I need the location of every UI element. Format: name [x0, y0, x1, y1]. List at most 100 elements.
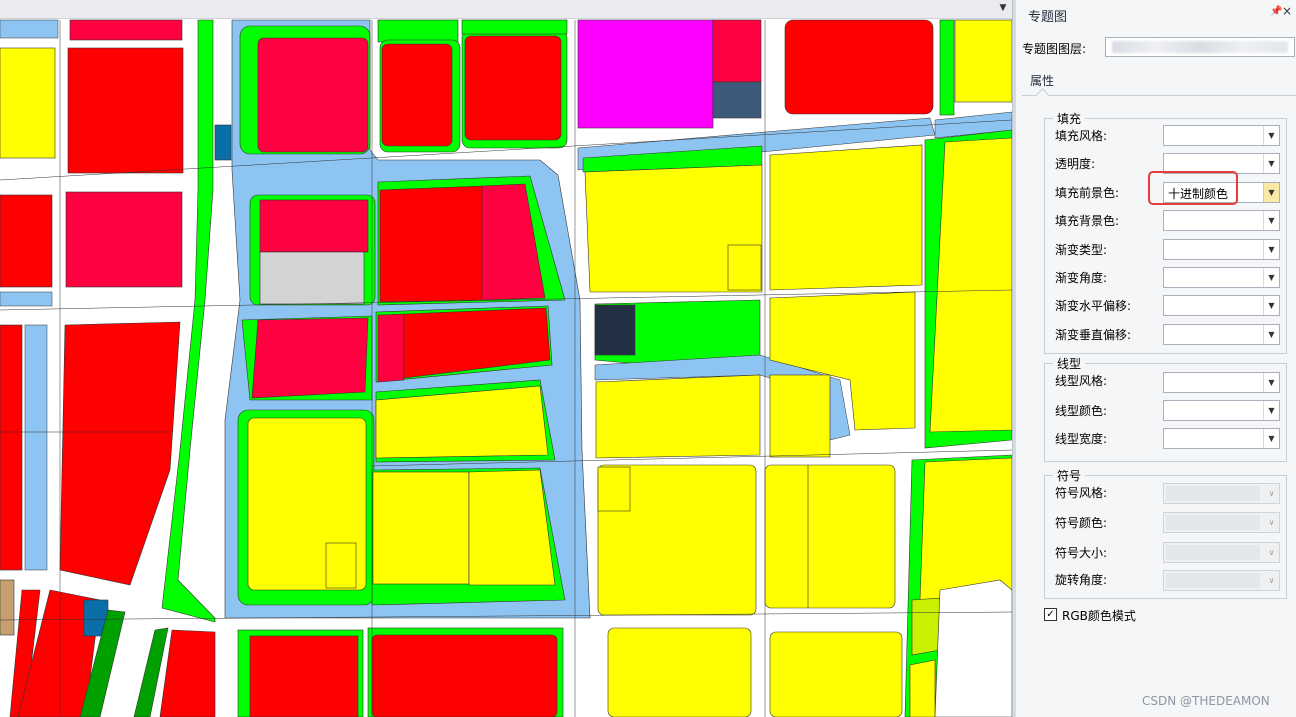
parcel-residential [769, 631, 903, 717]
water-channel [24, 324, 48, 571]
parcel-residential [0, 47, 56, 159]
gradient-angle-label: 渐变角度: [1055, 271, 1108, 285]
transparency-label: 透明度: [1055, 157, 1096, 171]
chevron-down-icon: ▼ [1263, 183, 1279, 202]
line-style-select[interactable]: ▼ [1163, 372, 1280, 393]
chevron-down-icon: ▼ [1263, 296, 1279, 315]
greenbelt [377, 19, 459, 43]
fill-foreground-label: 填充前景色: [1055, 186, 1120, 200]
tab-properties[interactable]: 属性 [1030, 72, 1054, 89]
parcel-public [259, 251, 365, 305]
parcel-commercial [381, 43, 453, 147]
map-view[interactable]: ▼ [0, 0, 1012, 717]
parcel-commercial [0, 324, 23, 571]
chevron-down-icon[interactable]: ▼ [998, 3, 1008, 13]
rgb-mode-label: RGB颜色模式 [1062, 609, 1136, 623]
parcel-residential [607, 627, 752, 717]
line-style-label: 线型风格: [1055, 374, 1108, 388]
chevron-down-icon: ∨ [1268, 548, 1275, 557]
parcel-residential [372, 471, 470, 585]
chevron-down-icon: ∨ [1268, 518, 1275, 527]
gradient-type-select[interactable]: ▼ [1163, 239, 1280, 260]
line-color-label: 线型颜色: [1055, 404, 1108, 418]
symbol-color-select: ∨ [1163, 512, 1280, 533]
parcel-residential [597, 466, 631, 512]
greenbelt [461, 19, 568, 35]
rotation-angle-select: ∨ [1163, 570, 1280, 591]
fill-foreground-select[interactable]: 十进制颜色 ▼ [1163, 182, 1280, 203]
parcel-residential [764, 464, 896, 609]
fill-style-label: 填充风格: [1055, 129, 1108, 143]
parcel-commercial [69, 19, 183, 41]
parcel-residential [468, 469, 556, 586]
parcel-residential [954, 19, 1012, 103]
close-icon[interactable]: × [1282, 4, 1292, 18]
symbol-group: 符号 符号风格: ∨ 符号颜色: ∨ 符号大小: ∨ 旋转角度: ∨ [1044, 467, 1287, 599]
fill-background-label: 填充背景色: [1055, 214, 1120, 228]
parcel-residential [595, 374, 761, 459]
parcel-commercial [259, 199, 369, 253]
thematic-map-panel: 专题图 📌 × 专题图图层: 属性 填充 填充风格: ▼ 透明度: ▼ 填充前景… [1016, 0, 1296, 717]
tab-divider [1022, 95, 1296, 96]
layer-label: 专题图图层: [1022, 42, 1087, 56]
blurred-layer-name [1112, 41, 1288, 53]
pin-icon[interactable]: 📌 [1270, 6, 1282, 17]
parcel-commercial [249, 635, 359, 717]
parcel-commercial [371, 634, 558, 717]
watermark: CSDN @THEDEAMON [1142, 694, 1270, 708]
gradient-h-offset-label: 渐变水平偏移: [1055, 299, 1132, 313]
fill-background-select[interactable]: ▼ [1163, 210, 1280, 231]
map-toolbar: ▼ [0, 0, 1012, 19]
parcel-residential [769, 374, 831, 458]
chevron-down-icon: ▼ [1263, 126, 1279, 145]
gradient-angle-select[interactable]: ▼ [1163, 267, 1280, 288]
parcel-residential [769, 144, 923, 291]
chevron-down-icon: ▼ [1263, 325, 1279, 344]
gradient-v-offset-label: 渐变垂直偏移: [1055, 328, 1132, 342]
chevron-down-icon: ▼ [1263, 268, 1279, 287]
symbol-size-select: ∨ [1163, 542, 1280, 563]
parcel-vacant [934, 579, 1012, 717]
gradient-v-offset-select[interactable]: ▼ [1163, 324, 1280, 345]
water-channel [0, 19, 59, 39]
land-use-map[interactable] [0, 19, 1012, 717]
parcel-commercial [464, 35, 562, 141]
tab-indicator [1036, 88, 1049, 101]
parcel-commercial [67, 47, 184, 174]
rotation-angle-label: 旋转角度: [1055, 573, 1108, 587]
line-color-select[interactable]: ▼ [1163, 400, 1280, 421]
parcel-commercial [257, 37, 369, 153]
parcel-commercial [377, 313, 405, 383]
panel-title: 专题图 [1028, 10, 1068, 25]
parcel-commercial [712, 19, 762, 83]
line-group-title: 线型 [1053, 355, 1086, 372]
parcel-commercial [65, 191, 183, 288]
symbol-group-title: 符号 [1053, 467, 1086, 484]
gradient-h-offset-select[interactable]: ▼ [1163, 295, 1280, 316]
transparency-select[interactable]: ▼ [1163, 153, 1280, 174]
fill-group: 填充 填充风格: ▼ 透明度: ▼ 填充前景色: 十进制颜色 ▼ 填充背景色: ▼… [1044, 110, 1287, 354]
symbol-size-label: 符号大小: [1055, 546, 1108, 560]
parcel-commercial [0, 194, 53, 288]
parcel-utility [594, 304, 636, 356]
water-channel [0, 291, 53, 307]
layer-select[interactable] [1105, 37, 1295, 57]
parcel-residential [727, 244, 762, 291]
parcel-magenta [577, 19, 714, 129]
symbol-style-select: ∨ [1163, 483, 1280, 504]
parcel-utility [712, 81, 762, 119]
greenbelt [939, 19, 955, 116]
parcel-residential [919, 457, 1012, 601]
parcel-utility [214, 124, 232, 161]
parcel-residential [909, 659, 936, 717]
chevron-down-icon: ∨ [1268, 576, 1275, 585]
chevron-down-icon: ▼ [1263, 154, 1279, 173]
rgb-mode-checkbox[interactable]: ✓ [1044, 608, 1057, 621]
parcel-residential [325, 542, 357, 589]
fill-style-select[interactable]: ▼ [1163, 125, 1280, 146]
line-group: 线型 线型风格: ▼ 线型颜色: ▼ 线型宽度: ▼ [1044, 355, 1287, 462]
line-width-label: 线型宽度: [1055, 432, 1108, 446]
chevron-down-icon: ▼ [1263, 429, 1279, 448]
line-width-select[interactable]: ▼ [1163, 428, 1280, 449]
symbol-style-label: 符号风格: [1055, 486, 1108, 500]
